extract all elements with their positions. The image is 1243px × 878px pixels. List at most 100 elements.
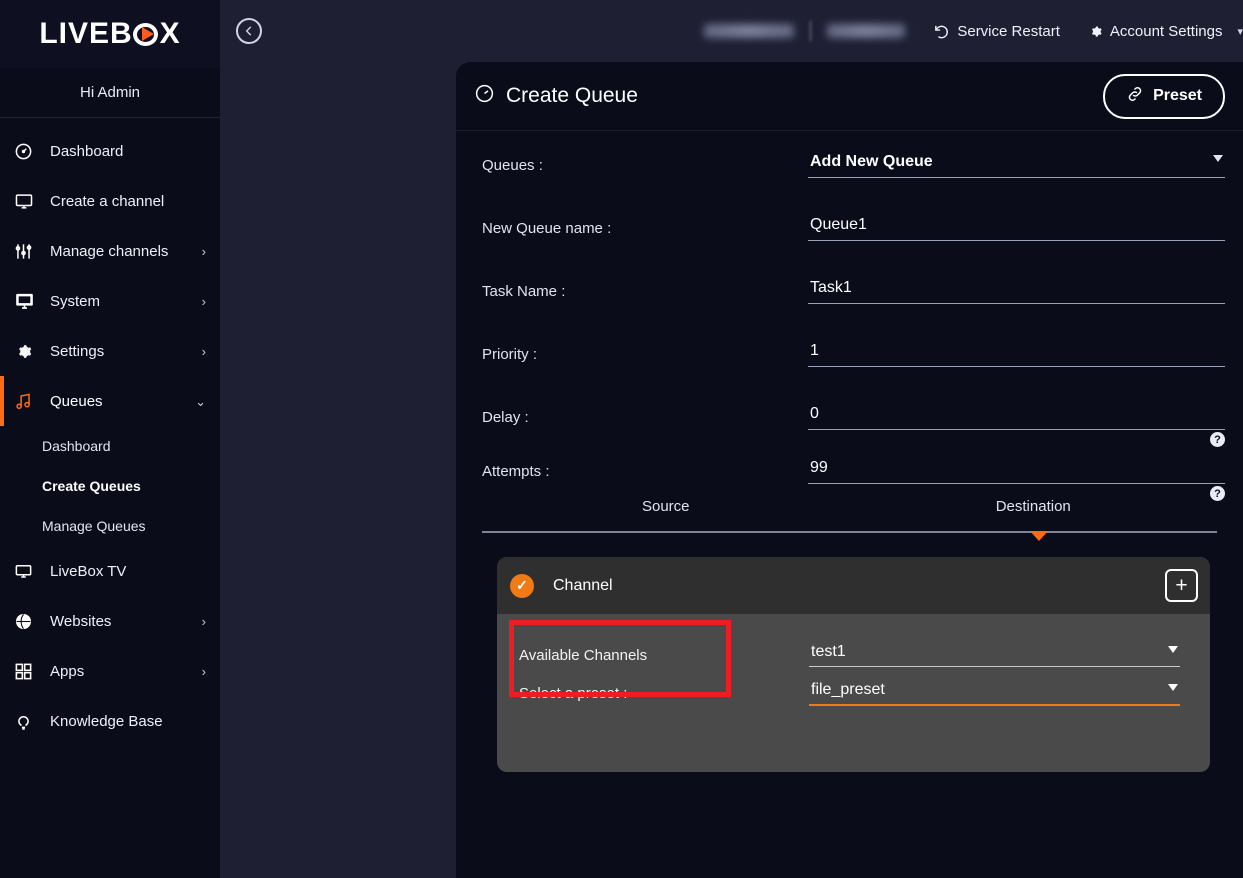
chevron-down-icon: ⌄ [195, 395, 206, 408]
chevron-down-icon [1213, 155, 1223, 162]
row-select-a-preset: Select a preset : [519, 674, 1180, 712]
redacted-text-hostname [704, 24, 794, 38]
form-row-new-queue-name: New Queue name : [482, 216, 1225, 241]
tab-destination[interactable]: Destination [850, 498, 1218, 531]
sidebar-nav: Dashboard Create a channel Man [0, 118, 220, 746]
attempts-label: Attempts : [482, 459, 808, 480]
form-row-queues: Queues : [482, 153, 1225, 178]
row-available-channels: Available Channels [519, 636, 1180, 674]
gear-icon [1088, 24, 1103, 39]
chevron-right-icon: › [202, 345, 206, 358]
sidebar-item-create-a-channel[interactable]: Create a channel [0, 176, 220, 226]
sidebar-item-apps[interactable]: Apps › [0, 646, 220, 696]
top-bar-divider [810, 21, 811, 41]
attempts-input[interactable] [808, 459, 1225, 484]
sidebar-subitem-label: Create Queues [42, 478, 141, 494]
sidebar-item-websites[interactable]: Websites › [0, 596, 220, 646]
music-note-icon [14, 391, 40, 411]
sidebar-item-label: Manage channels [50, 243, 202, 260]
channel-card-header: ✓ Channel + [497, 557, 1210, 614]
sidebar-item-dashboard[interactable]: Dashboard [0, 126, 220, 176]
priority-input[interactable] [808, 342, 1225, 367]
sliders-icon [14, 241, 40, 261]
sidebar-item-label: Create a channel [50, 193, 206, 210]
top-bar: Service Restart Account Settings ▾ [220, 0, 1243, 62]
delay-label: Delay : [482, 405, 808, 426]
new-queue-name-label: New Queue name : [482, 216, 808, 237]
task-name-label: Task Name : [482, 279, 808, 300]
redacted-text-ip [827, 24, 905, 38]
sidebar-item-queues[interactable]: Queues ⌄ [0, 376, 220, 426]
account-settings-button[interactable]: Account Settings ▾ [1088, 23, 1243, 40]
page-title-text: Create Queue [506, 84, 638, 108]
service-restart-label: Service Restart [957, 23, 1060, 40]
sidebar-item-label: Settings [50, 343, 202, 360]
clock-icon [474, 83, 495, 110]
queue-form: Queues : New Queue name : Task Name : [456, 131, 1243, 484]
chevron-right-icon: › [202, 665, 206, 678]
chevron-right-icon: › [202, 245, 206, 258]
sidebar-subitem-label: Manage Queues [42, 518, 146, 534]
link-icon [1126, 85, 1144, 108]
monitor-icon [14, 561, 40, 581]
preset-select[interactable] [809, 681, 1180, 706]
logo-play-icon [133, 19, 160, 49]
chevron-right-icon: › [202, 615, 206, 628]
add-channel-button[interactable]: + [1165, 569, 1198, 602]
available-channels-label: Available Channels [519, 647, 809, 664]
task-name-input[interactable] [808, 279, 1225, 304]
sidebar-subitem-manage-queues[interactable]: Manage Queues [0, 506, 220, 546]
top-bar-right: Service Restart Account Settings ▾ [704, 21, 1243, 41]
sidebar-item-manage-channels[interactable]: Manage channels › [0, 226, 220, 276]
form-row-priority: Priority : [482, 342, 1225, 367]
delay-input[interactable] [808, 405, 1225, 430]
sidebar-subitem-create-queues[interactable]: Create Queues [0, 466, 220, 506]
app-root: LIVEB X Hi Admin Dashboard [0, 0, 1243, 878]
preset-button-label: Preset [1153, 87, 1202, 105]
tabs-underline [482, 531, 1217, 533]
channel-card-body: Available Channels Select a preset : [497, 614, 1210, 712]
chevron-right-icon: › [202, 295, 206, 308]
check-icon[interactable]: ✓ [510, 574, 534, 598]
back-arrow-icon[interactable] [236, 18, 262, 44]
sidebar-subitem-dashboard[interactable]: Dashboard [0, 426, 220, 466]
available-channels-select[interactable] [809, 643, 1180, 667]
source-destination-tabs: Source Destination [482, 498, 1217, 533]
logo-text-right: X [160, 17, 181, 51]
panel-header: Create Queue Preset [456, 62, 1243, 131]
chevron-down-icon [1168, 646, 1178, 653]
gear-icon [14, 341, 40, 361]
form-row-delay: Delay : ? [482, 405, 1225, 430]
globe-icon [14, 611, 40, 631]
active-indicator-bar [0, 376, 4, 426]
preset-button[interactable]: Preset [1103, 74, 1225, 119]
queues-label: Queues : [482, 153, 808, 174]
priority-label: Priority : [482, 342, 808, 363]
content-panel: Create Queue Preset Queues : [456, 62, 1243, 878]
sidebar-item-settings[interactable]: Settings › [0, 326, 220, 376]
chevron-down-icon: ▾ [1237, 25, 1243, 38]
desktop-icon [14, 291, 40, 311]
sidebar-item-livebox-tv[interactable]: LiveBox TV [0, 546, 220, 596]
delay-help-icon[interactable]: ? [1210, 432, 1225, 447]
gauge-icon [14, 141, 40, 161]
sidebar-item-system[interactable]: System › [0, 276, 220, 326]
sidebar-subitem-label: Dashboard [42, 438, 111, 454]
new-queue-name-input[interactable] [808, 216, 1225, 241]
channel-card: ✓ Channel + Available Channels Select a … [497, 557, 1210, 772]
grid-icon [14, 661, 40, 681]
tab-source[interactable]: Source [482, 498, 850, 531]
queues-select[interactable] [808, 153, 1225, 178]
greeting-label: Hi Admin [0, 68, 220, 118]
service-restart-button[interactable]: Service Restart [933, 23, 1060, 40]
page-title: Create Queue [474, 83, 638, 110]
form-row-attempts: Attempts : ? [482, 459, 1225, 484]
selected-tab-arrow-icon [1030, 531, 1048, 541]
restart-icon [933, 23, 950, 40]
bulb-icon [14, 711, 40, 731]
main-area: Service Restart Account Settings ▾ [220, 0, 1243, 878]
sidebar-item-knowledge-base[interactable]: Knowledge Base [0, 696, 220, 746]
sidebar-item-label: LiveBox TV [50, 563, 206, 580]
brand-logo[interactable]: LIVEB X [0, 0, 220, 68]
logo-text-left: LIVEB [39, 17, 132, 51]
